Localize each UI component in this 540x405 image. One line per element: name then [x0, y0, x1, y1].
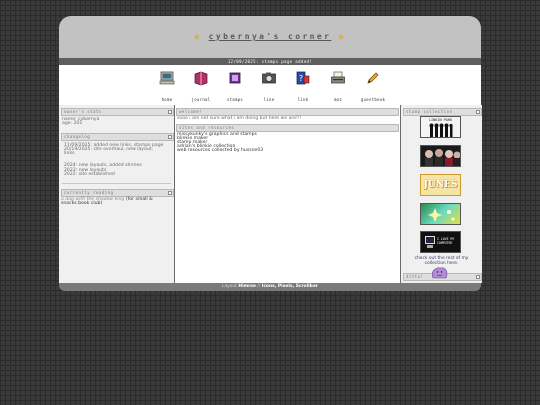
section-title: stamp collection: [406, 109, 453, 114]
reading-note: (for small &: [125, 197, 153, 202]
nav-bar: home journal stamps line ? link moz gues…: [59, 65, 481, 106]
section-title: sites and resources: [179, 125, 235, 130]
section-title: ditto!: [406, 274, 424, 279]
nav-label: line: [263, 97, 275, 102]
stamp-band-photo[interactable]: [420, 145, 461, 167]
page-layout: ★ cybernya's corner ★ 12/09/2025: stamps…: [59, 16, 482, 291]
nav-link[interactable]: ? link: [286, 65, 320, 105]
nav-journal[interactable]: journal: [184, 65, 218, 105]
stamp-sparkle[interactable]: [420, 203, 461, 225]
stamps-caption-link[interactable]: check out the rest of my collection here…: [405, 256, 478, 266]
box-icon: [476, 110, 480, 114]
left-sidebar: owner's stats name: cybernya age: 201 ch…: [59, 105, 175, 283]
site-title-text: cybernya's corner: [208, 32, 332, 41]
reading-note-2: snacks book club): [61, 201, 103, 206]
resource-link[interactable]: web resources collected by hussne03: [177, 148, 263, 153]
nav-label: link: [297, 97, 309, 102]
owner-stats-header: owner's stats: [61, 108, 174, 116]
sparkle-icon: [428, 208, 455, 222]
book-icon: [194, 71, 208, 86]
svg-text:?: ?: [299, 74, 303, 83]
nav-line[interactable]: line: [252, 65, 286, 105]
divider: [62, 183, 171, 184]
footer-separator: //: [257, 284, 261, 289]
site-footer: Layout Himrse // Icons, Pixels, Scrollba…: [59, 283, 481, 291]
section-title: currently reading: [64, 190, 114, 195]
section-title: owner's stats: [64, 109, 102, 114]
stamp-i-love-my-computer[interactable]: I LOVE MY COMPUTER: [420, 231, 461, 253]
star-icon: ★: [338, 32, 346, 41]
nav-guestbook[interactable]: guestbook: [356, 65, 390, 105]
announcement-bar: 12/09/2025: stamps page added!: [59, 58, 481, 65]
pencil-icon: [367, 72, 379, 84]
stamp-text: I LOVE MY COMPUTER: [437, 237, 455, 245]
nav-label: home: [161, 97, 173, 102]
band-silhouette-icon: [429, 123, 453, 137]
computer-icon: [159, 71, 175, 85]
main-content: owner's stats name: cybernya age: 201 ch…: [59, 105, 482, 283]
photo-icon: [425, 149, 460, 166]
question-icon: ?: [296, 71, 310, 85]
box-icon: [168, 135, 172, 139]
changelog-entry: 2022: site established: [64, 172, 115, 177]
stamps-header: stamp collection: [403, 108, 482, 116]
footer-prefix: Layout: [222, 284, 237, 289]
camera-icon: [262, 72, 276, 84]
site-header: ★ cybernya's corner ★: [59, 16, 481, 59]
site-title: ★ cybernya's corner ★: [59, 32, 481, 41]
stamp-text: LINKIN PARK: [428, 118, 453, 122]
box-icon: [168, 110, 172, 114]
star-icon: ★: [194, 32, 202, 41]
typewriter-icon: [331, 71, 345, 84]
nav-moz[interactable]: moz: [321, 65, 355, 105]
stamp-text: JUNES: [423, 180, 458, 190]
nav-label: journal: [191, 97, 211, 102]
footer-author-link[interactable]: Himrse: [238, 284, 256, 289]
stamp-junes[interactable]: JUNES: [420, 174, 461, 196]
section-title: changelog: [64, 134, 91, 139]
box-icon: [476, 275, 480, 279]
footer-credits-link[interactable]: Icons, Pixels, Scrollbar: [262, 284, 318, 289]
resources-header: sites and resources: [176, 124, 399, 132]
box-icon: [168, 191, 172, 195]
section-title: welcome!: [179, 109, 203, 114]
computer-icon: [425, 236, 435, 248]
stamp-linkin-park[interactable]: LINKIN PARK: [420, 116, 461, 138]
ditto-icon: [431, 267, 448, 279]
welcome-text: sooo i am not sure what i am doing but h…: [177, 116, 302, 121]
changelog-entry: 20/19/2025: site overhaul, new layout,: [64, 147, 153, 152]
center-column: welcome! sooo i am not sure what i am do…: [175, 105, 399, 283]
nav-label: stamps: [226, 97, 244, 102]
changelog-entry: links: [64, 151, 75, 156]
stamp-icon: [229, 72, 241, 84]
nav-stamps[interactable]: stamps: [218, 65, 252, 105]
welcome-header: welcome!: [176, 108, 399, 116]
nav-label: moz: [333, 97, 343, 102]
nav-home[interactable]: home: [150, 65, 184, 105]
owner-age: age: 201: [62, 121, 83, 126]
changelog-header: changelog: [61, 133, 174, 141]
nav-label: guestbook: [360, 97, 386, 102]
right-sidebar: stamp collection LINKIN PARK JUNES I LOV…: [400, 105, 482, 283]
reading-header: currently reading: [61, 189, 174, 197]
